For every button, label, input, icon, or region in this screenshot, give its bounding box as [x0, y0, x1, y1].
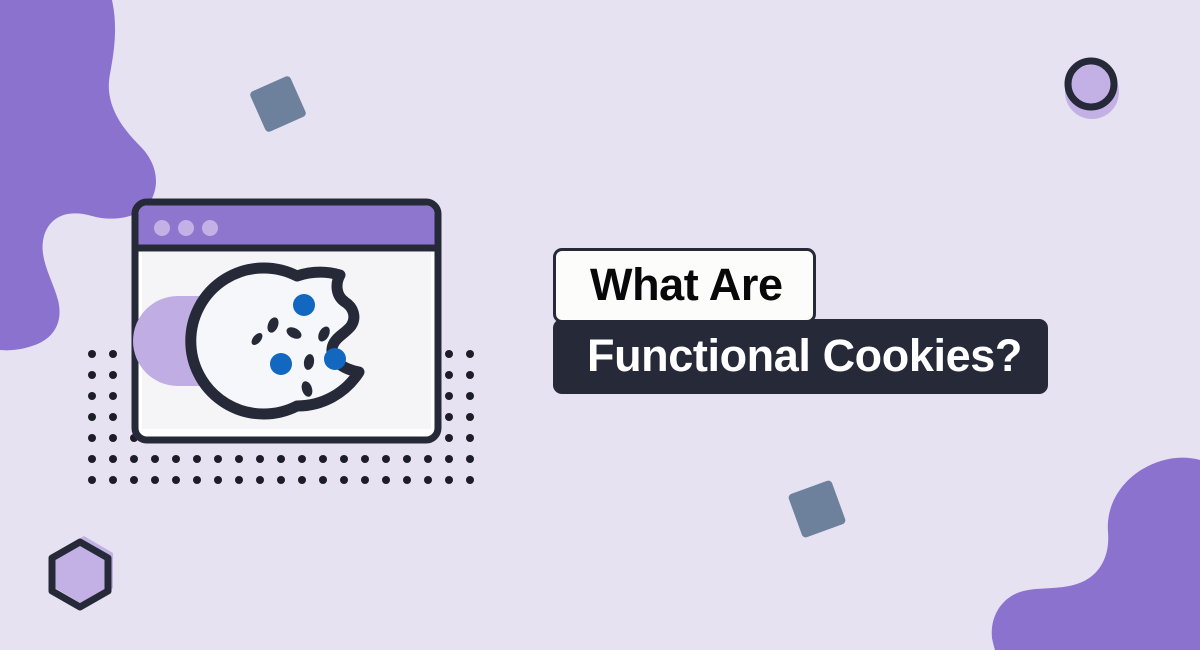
cookie-article-banner: What Are Functional Cookies? [0, 0, 1200, 650]
browser-window-illustration [131, 198, 442, 444]
hexagon-bottom-left-fill [55, 536, 113, 605]
circle-top-right-ring-icon [1064, 57, 1118, 111]
cookie-chip-blue-1 [293, 294, 315, 316]
headline: What Are Functional Cookies? [553, 248, 1048, 394]
titlebar-dot-2-icon[interactable] [178, 220, 194, 236]
headline-line-1: What Are [553, 248, 816, 323]
titlebar-dot-1-icon[interactable] [154, 220, 170, 236]
titlebar-dot-3-icon[interactable] [202, 220, 218, 236]
circle-top-right-fill [1065, 65, 1119, 119]
cookie-icon [185, 262, 365, 420]
cookie-chip-blue-3 [324, 348, 346, 370]
cookie-chip-blue-2 [270, 353, 292, 375]
blob-bottom-right-shape [991, 457, 1200, 650]
hexagon-bottom-left-outline-icon [48, 538, 112, 611]
square-top-shape [250, 76, 306, 132]
headline-line-2: Functional Cookies? [553, 319, 1048, 394]
square-bottom-shape [788, 480, 846, 538]
